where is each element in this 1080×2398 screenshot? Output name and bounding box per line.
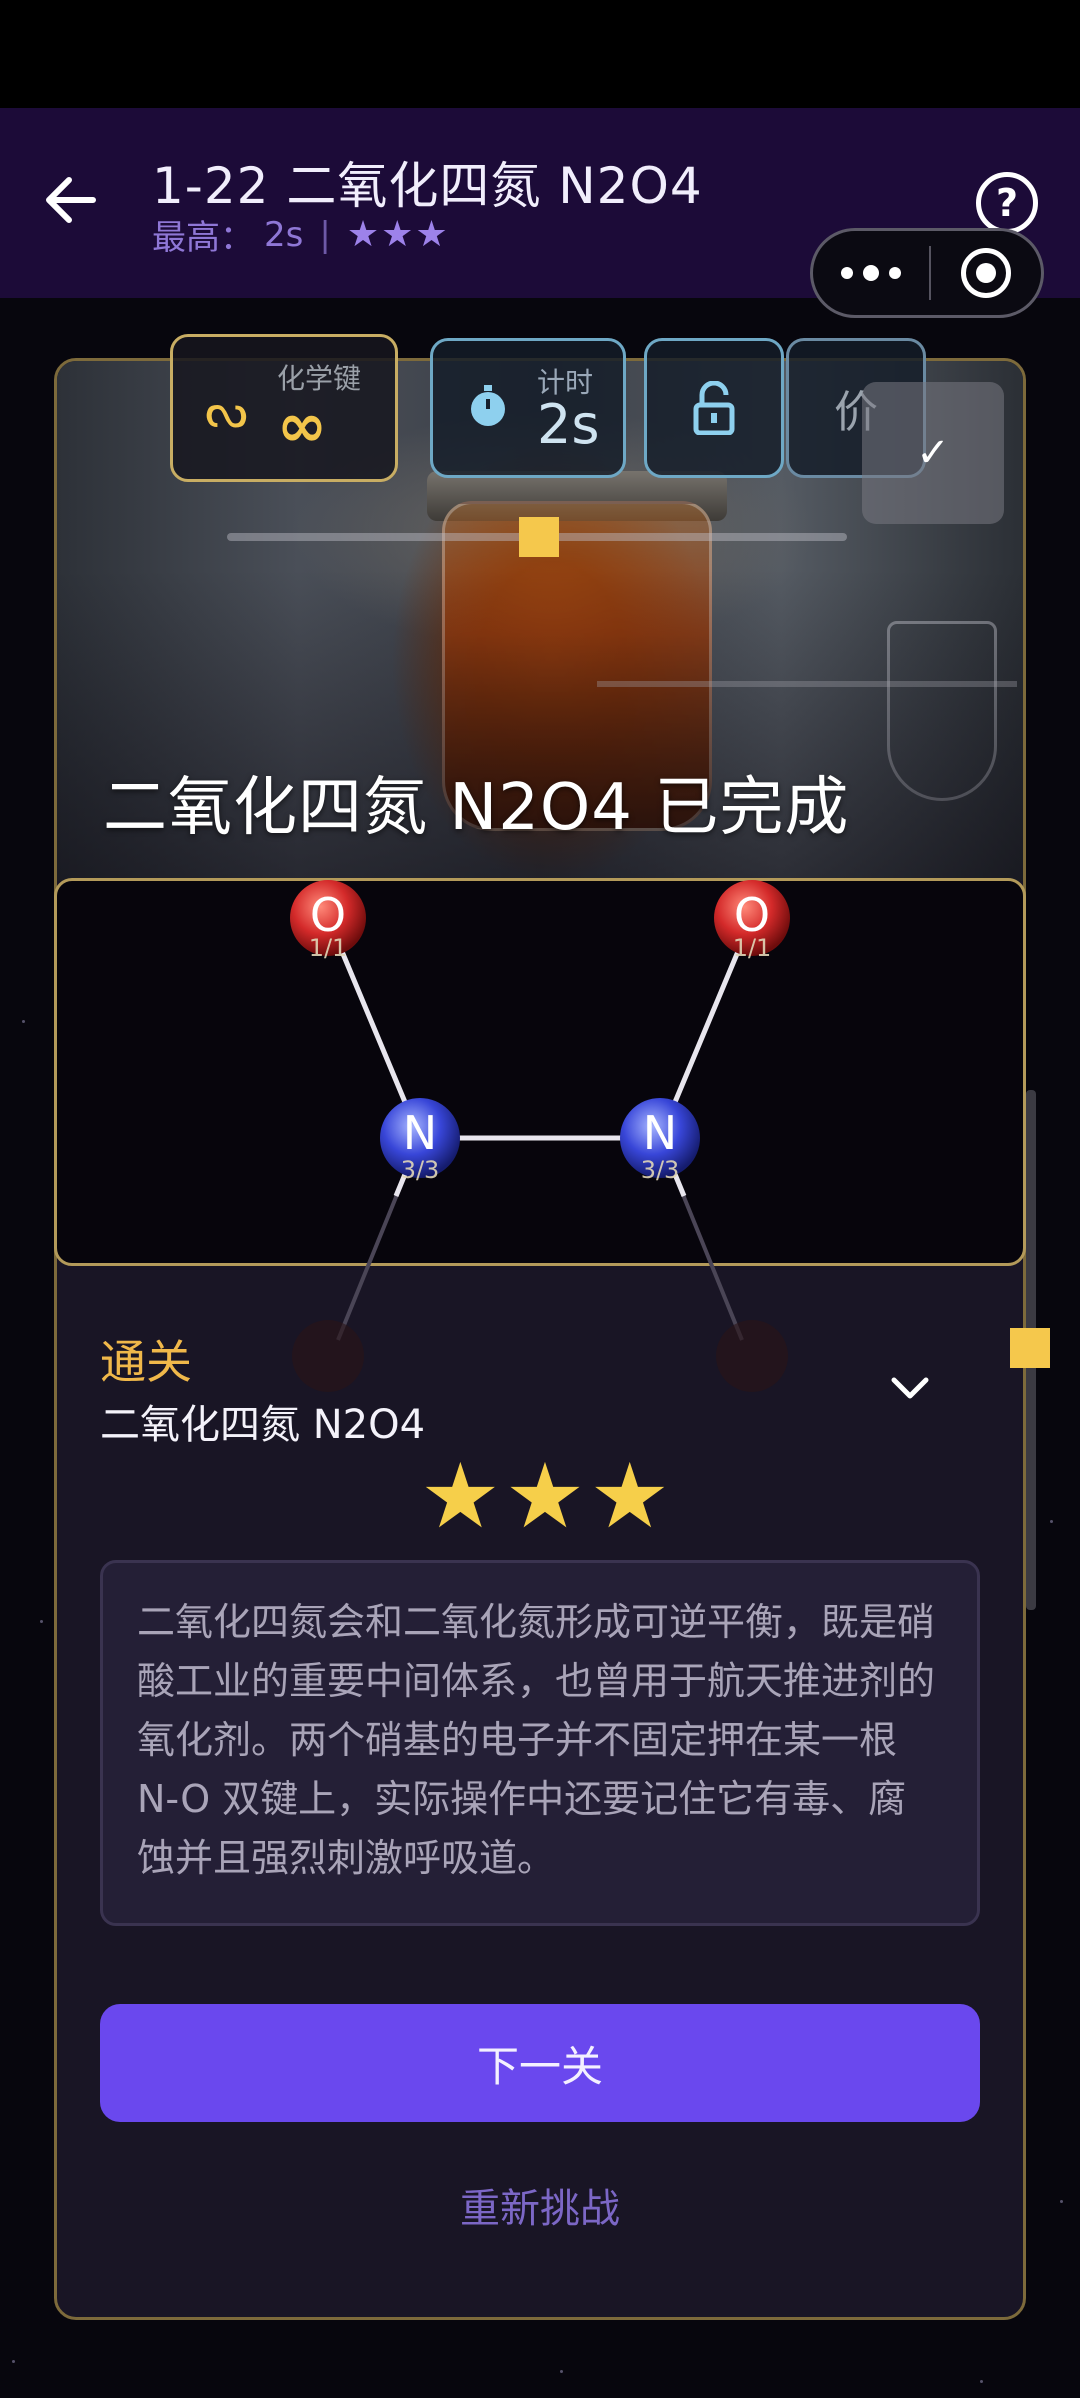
dot-icon (889, 267, 901, 279)
bonds-value: ∞ (277, 391, 327, 461)
check-icon: ✓ (916, 430, 950, 476)
status-bar (0, 0, 1080, 108)
description-box: 二氧化四氮会和二氧化氮形成可逆平衡，既是硝酸工业的重要中间体系，也曾用于航天推进… (100, 1560, 980, 1926)
atom-bond-count: 3/3 (640, 1156, 680, 1184)
target-icon (961, 248, 1011, 298)
bonds-counter: ᔓ 化学键 ∞ (170, 334, 398, 482)
page-title: 1-22 二氧化四氮 N2O4 (152, 157, 703, 215)
dot-icon (841, 267, 853, 279)
stopwatch-icon (471, 385, 505, 426)
dot-icon (863, 265, 879, 281)
back-button[interactable] (30, 160, 110, 240)
retry-link[interactable]: 重新挑战 (100, 2176, 980, 2234)
collapse-button[interactable] (882, 1360, 938, 1416)
question-icon: ? (995, 181, 1019, 225)
timer-counter: 计时 2s (430, 338, 626, 478)
result-stars: ★★★ (420, 1444, 675, 1549)
timer-value: 2s (537, 393, 600, 456)
best-time: 2s (264, 214, 304, 255)
close-miniprogram-button[interactable] (931, 248, 1041, 298)
atom-bond-count: 3/3 (400, 1156, 440, 1184)
atom-bond-count: 1/1 (732, 934, 772, 962)
best-label: 最高： (152, 218, 254, 258)
best-stars: ★★★ (346, 214, 450, 255)
unlock-icon (693, 381, 735, 435)
chevron-down-icon (891, 1377, 929, 1399)
scrollbar-handle[interactable] (1010, 1328, 1050, 1368)
more-menu-button[interactable] (813, 231, 929, 315)
next-level-button[interactable]: 下一关 (100, 2004, 980, 2122)
atom-symbol[interactable]: N (620, 1106, 700, 1160)
miniprogram-capsule (810, 228, 1044, 318)
best-record: 最高： 2s | ★★★ (152, 210, 450, 259)
arrow-left-icon (46, 177, 96, 223)
photo-slider-handle[interactable] (519, 517, 559, 557)
pass-label: 通关 (100, 1335, 192, 1389)
atom-bond-count: 1/1 (308, 934, 348, 962)
help-button[interactable]: ? (976, 172, 1038, 234)
molecule-panel (54, 878, 1026, 1266)
description-text: 二氧化四氮会和二氧化氮形成可逆平衡，既是硝酸工业的重要中间体系，也曾用于航天推进… (137, 1600, 936, 1880)
molecule-name: 二氧化四氮 N2O4 (100, 1402, 426, 1448)
bond-chain-icon: ᔓ (205, 383, 248, 439)
lock-button[interactable] (644, 338, 784, 478)
completed-banner: 二氧化四氮 N2O4 已完成 (103, 771, 850, 845)
check-toggle[interactable]: ✓ (862, 382, 1004, 524)
separator: | (319, 214, 331, 255)
atom-symbol[interactable]: N (380, 1106, 460, 1160)
